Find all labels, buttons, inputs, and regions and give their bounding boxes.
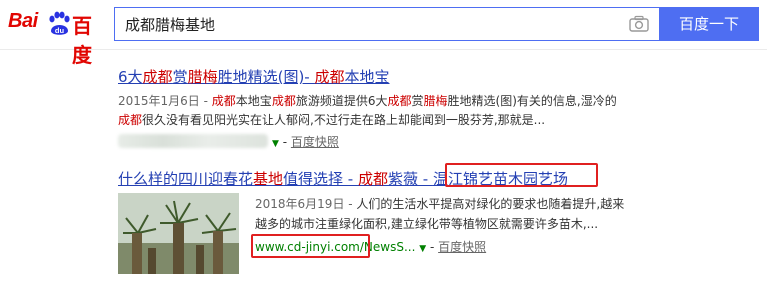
camera-icon[interactable] [629, 15, 649, 33]
search-header: Bai du 百度 百度一下 [0, 0, 767, 67]
result2-abstract-line-1: 2018年6月19日 - 人们的生活水平提高对绿化的要求也随着提升,越来 [255, 194, 624, 214]
dropdown-caret-icon[interactable]: ▼ [272, 139, 279, 149]
title-text: 本地宝 [344, 68, 390, 86]
search-box [114, 7, 659, 41]
abstract-text: 很久没有看见阳光实在让人郁闷,不过行走在路上却能闻到一股芬芳,那就是... [142, 113, 546, 127]
title-text: 胜地精选(图)- [217, 68, 315, 86]
snapshot-link[interactable]: 百度快照 [291, 135, 339, 149]
abstract-text: 胜地精选(图)有关的信息,湿冷的 [447, 94, 617, 108]
result-meta-1: ▼ - 百度快照 [272, 135, 339, 149]
title-highlight: 成都 [357, 170, 388, 188]
title-highlight: 成都 [314, 68, 345, 86]
title-highlight: 基地 [253, 170, 284, 188]
snapshot-link[interactable]: 百度快照 [438, 240, 486, 254]
paw-icon: du [49, 11, 70, 35]
annotation-box-site-name [445, 163, 598, 187]
search-button[interactable]: 百度一下 [659, 7, 759, 41]
title-highlight: 腊梅 [187, 68, 218, 86]
abstract-highlight: 成都 [271, 94, 296, 108]
result-title-1[interactable]: 6大成都赏腊梅胜地精选(图)- 成都本地宝 [118, 66, 390, 87]
result2-abstract-line-2: 越多的城市注重绿化面积,建立绿化带等植物区就需要许多苗木,... [255, 217, 599, 231]
result-abstract-line-2: 成都很久没有看见阳光实在让人郁闷,不过行走在路上却能闻到一股芬芳,那就是... [118, 110, 545, 130]
blurred-url [118, 134, 268, 148]
abstract-highlight: 成都 [387, 94, 412, 108]
dropdown-caret-icon[interactable]: ▼ [419, 244, 426, 254]
abstract-highlight: 成都 [118, 113, 143, 127]
search-input[interactable] [115, 8, 615, 40]
logo-baidu-chinese: 百度 [72, 14, 92, 67]
baidu-logo[interactable]: Bai du 百度 [8, 8, 110, 67]
title-text: 值得选择 - [283, 170, 358, 188]
title-highlight: 成都 [142, 68, 173, 86]
logo-bai: Bai [8, 10, 38, 32]
abstract-text: 赏 [411, 94, 424, 108]
result-thumbnail[interactable] [118, 193, 239, 274]
result-date: 2018年6月19日 - [255, 197, 357, 211]
title-text: 什么样的四川迎春花 [118, 170, 254, 188]
abstract-text: 旅游频道提供6大 [295, 94, 388, 108]
title-text: 赏 [172, 68, 188, 86]
logo-du-text: du [55, 26, 65, 35]
abstract-highlight: 腊梅 [423, 94, 448, 108]
title-text: 6大 [118, 68, 143, 86]
abstract-text: 本地宝 [235, 94, 272, 108]
abstract-highlight: 成都 [211, 94, 236, 108]
abstract-text: 人们的生活水平提高对绿化的要求也随着提升,越来 [356, 197, 625, 211]
annotation-box-url [251, 234, 370, 258]
palm-trees-image [118, 193, 239, 274]
result-date: 2015年1月6日 - [118, 94, 212, 108]
title-text: 紫薇 - [388, 170, 433, 188]
result-abstract-line-1: 2015年1月6日 - 成都本地宝成都旅游频道提供6大成都赏腊梅胜地精选(图)有… [118, 91, 617, 111]
